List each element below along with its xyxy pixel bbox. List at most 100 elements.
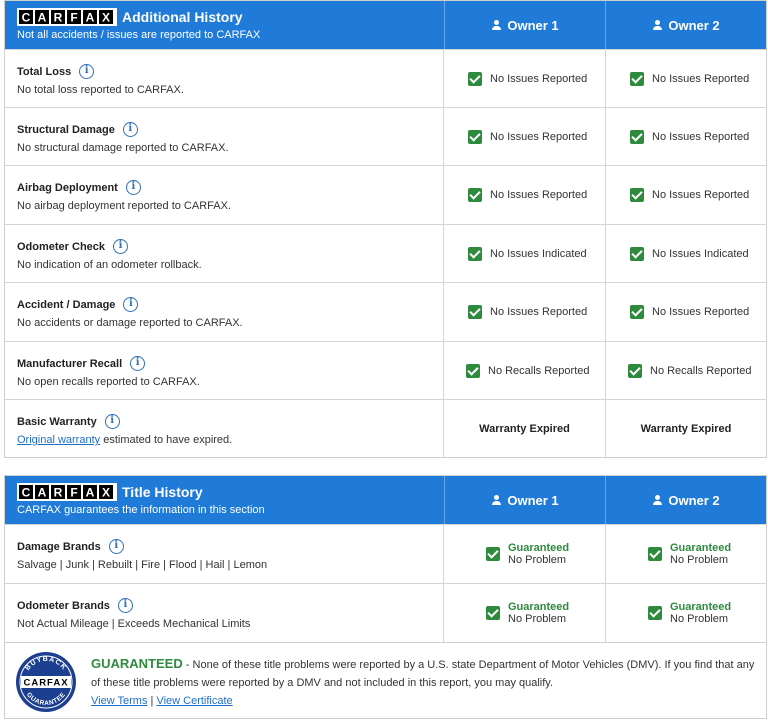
owner2-status: No Issues Reported bbox=[652, 131, 750, 143]
owner2-guaranteed: Guaranteed bbox=[670, 601, 732, 613]
table-row: Airbag Deployment i No airbag deployment … bbox=[5, 165, 766, 224]
table-row: Odometer Check i No indication of an odom… bbox=[5, 224, 766, 282]
checkmark-icon bbox=[468, 72, 482, 86]
warranty-row: Basic Warranty i Original warranty estima… bbox=[5, 399, 766, 457]
person-icon bbox=[491, 495, 501, 505]
row-description: No indication of an odometer rollback. bbox=[17, 259, 202, 271]
row-description: Not Actual Mileage | Exceeds Mechanical … bbox=[17, 618, 251, 630]
section-title: Additional History bbox=[122, 9, 243, 25]
checkmark-icon bbox=[648, 606, 662, 620]
owner2-status: No Issues Indicated bbox=[652, 248, 749, 260]
section-subtitle: Not all accidents / issues are reported … bbox=[17, 29, 261, 41]
row-description: No airbag deployment reported to CARFAX. bbox=[17, 200, 232, 212]
row-title: Manufacturer Recall bbox=[17, 357, 123, 370]
owner1-header: Owner 1 bbox=[444, 1, 605, 49]
owner2-header: Owner 2 bbox=[605, 476, 766, 524]
info-icon[interactable]: i bbox=[79, 64, 95, 79]
person-icon bbox=[652, 495, 662, 505]
owner2-label: Owner 2 bbox=[668, 17, 720, 33]
owner2-guaranteed: Guaranteed bbox=[670, 542, 732, 554]
title-history-section: CAR FAX Title History CARFAX guarantees … bbox=[4, 475, 767, 643]
table-row: Odometer Brands i Not Actual Mileage | Ex… bbox=[5, 583, 766, 642]
owner2-status: No Issues Reported bbox=[652, 306, 750, 318]
owner1-status: No Issues Indicated bbox=[490, 248, 587, 260]
svg-text:F: F bbox=[70, 486, 77, 500]
person-icon bbox=[652, 20, 662, 30]
svg-text:C: C bbox=[22, 486, 31, 500]
info-icon[interactable]: i bbox=[104, 414, 120, 429]
checkmark-icon bbox=[486, 547, 500, 561]
checkmark-icon bbox=[486, 606, 500, 620]
owner1-status: No Issues Reported bbox=[490, 73, 588, 85]
svg-text:A: A bbox=[86, 11, 95, 25]
checkmark-icon bbox=[630, 247, 644, 261]
guarantee-box: BUYBACK GUARANTEE CARFAX GUARANTEED - No… bbox=[4, 642, 767, 719]
checkmark-icon bbox=[468, 130, 482, 144]
svg-text:F: F bbox=[70, 11, 77, 25]
owner1-label: Owner 1 bbox=[507, 17, 559, 33]
owner1-label: Owner 1 bbox=[507, 492, 559, 508]
owner2-status: No Issues Reported bbox=[652, 73, 750, 85]
additional-history-section: CAR FAX Additional History Not all accid… bbox=[4, 0, 767, 458]
owner2-status: No Recalls Reported bbox=[650, 365, 752, 377]
owner1-status: No Issues Reported bbox=[490, 131, 588, 143]
svg-text:X: X bbox=[102, 11, 110, 25]
checkmark-icon bbox=[468, 188, 482, 202]
owner1-header: Owner 1 bbox=[444, 476, 605, 524]
svg-text:R: R bbox=[54, 11, 63, 25]
checkmark-icon bbox=[648, 547, 662, 561]
buyback-guarantee-seal-icon: BUYBACK GUARANTEE CARFAX bbox=[16, 652, 76, 712]
owner1-status: No Issues Reported bbox=[490, 306, 588, 318]
view-certificate-link[interactable]: View Certificate bbox=[156, 695, 232, 707]
checkmark-icon bbox=[630, 305, 644, 319]
row-description: No total loss reported to CARFAX. bbox=[17, 84, 184, 96]
owner1-guaranteed: Guaranteed bbox=[508, 542, 570, 554]
row-title: Odometer Check bbox=[17, 240, 106, 253]
svg-text:A: A bbox=[38, 486, 47, 500]
guarantee-heading: GUARANTEED bbox=[91, 656, 183, 671]
row-title: Total Loss bbox=[17, 65, 72, 78]
original-warranty-link[interactable]: Original warranty bbox=[17, 434, 100, 446]
info-icon[interactable]: i bbox=[122, 122, 138, 137]
table-row: Structural Damage i No structural damage … bbox=[5, 107, 766, 165]
owner2-header: Owner 2 bbox=[605, 1, 766, 49]
warranty-desc-text: estimated to have expired. bbox=[100, 434, 233, 446]
info-icon[interactable]: i bbox=[108, 539, 124, 554]
guarantee-text: GUARANTEED - None of these title problem… bbox=[91, 655, 763, 710]
carfax-logo: CAR FAX bbox=[17, 483, 117, 501]
owner2-label: Owner 2 bbox=[668, 492, 720, 508]
info-icon[interactable]: i bbox=[123, 297, 139, 312]
row-title: Damage Brands bbox=[17, 540, 101, 553]
carfax-logo: CAR FAX bbox=[17, 8, 117, 26]
row-title: Basic Warranty bbox=[17, 415, 97, 428]
info-icon[interactable]: i bbox=[125, 180, 141, 195]
owner1-warranty-status: Warranty Expired bbox=[479, 423, 570, 435]
owner1-status: No Issues Reported bbox=[490, 189, 588, 201]
owner1-no-problem: No Problem bbox=[508, 613, 567, 625]
info-icon[interactable]: i bbox=[130, 356, 146, 371]
checkmark-icon bbox=[468, 305, 482, 319]
owner2-no-problem: No Problem bbox=[670, 613, 729, 625]
owner1-no-problem: No Problem bbox=[508, 554, 567, 566]
row-description: Salvage | Junk | Rebuilt | Fire | Flood … bbox=[17, 559, 268, 571]
table-row: Accident / Damage i No accidents or damag… bbox=[5, 282, 766, 341]
owner1-status: No Recalls Reported bbox=[488, 365, 590, 377]
svg-text:A: A bbox=[38, 11, 47, 25]
owner2-no-problem: No Problem bbox=[670, 554, 729, 566]
additional-history-header: CAR FAX Additional History Not all accid… bbox=[5, 1, 766, 49]
table-row: Total Loss i No total loss reported to CA… bbox=[5, 49, 766, 107]
header-left: CAR FAX Additional History Not all accid… bbox=[5, 1, 443, 49]
info-icon[interactable]: i bbox=[113, 239, 129, 254]
row-title: Airbag Deployment bbox=[17, 181, 118, 194]
row-description: No structural damage reported to CARFAX. bbox=[17, 142, 229, 154]
table-row: Manufacturer Recall i No open recalls rep… bbox=[5, 341, 766, 399]
row-title: Accident / Damage bbox=[17, 298, 116, 311]
row-title: Structural Damage bbox=[17, 123, 115, 136]
row-description: No open recalls reported to CARFAX. bbox=[17, 376, 200, 388]
checkmark-icon bbox=[466, 364, 480, 378]
section-subtitle: CARFAX guarantees the information in thi… bbox=[17, 504, 265, 516]
info-icon[interactable]: i bbox=[117, 598, 133, 613]
row-description: No accidents or damage reported to CARFA… bbox=[17, 317, 243, 329]
svg-text:R: R bbox=[54, 486, 63, 500]
view-terms-link[interactable]: View Terms bbox=[91, 695, 147, 707]
